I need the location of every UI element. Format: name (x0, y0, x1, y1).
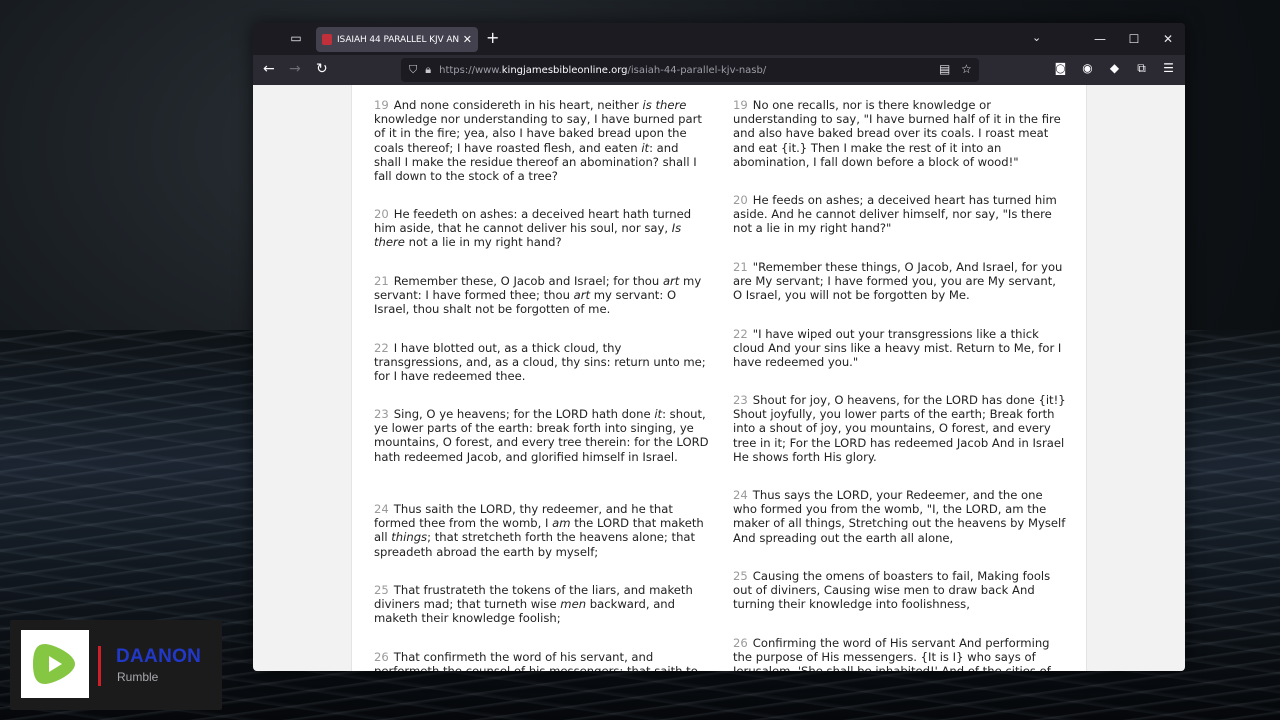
nasb-verse-21: 21 "Remember these things, O Jacob, And I… (733, 260, 1068, 303)
star-icon[interactable]: ☆ (961, 62, 972, 76)
nasb-verse-24: 24 Thus says the LORD, your Redeemer, and… (733, 488, 1068, 545)
verse-number: 20 (733, 193, 748, 207)
kjv-verse-23: 23 Sing, O ye heavens; for the LORD hath … (374, 407, 709, 464)
platform-name: Rumble (117, 670, 159, 684)
reader-view-icon[interactable]: ▤ (939, 62, 950, 76)
verse-number: 22 (733, 327, 748, 341)
maximize-icon[interactable]: ☐ (1117, 32, 1151, 46)
verse-text: Thus says the LORD, your Redeemer, and t… (733, 488, 1066, 545)
back-arrow-icon[interactable]: ← (263, 61, 275, 77)
minimize-icon[interactable]: — (1083, 32, 1117, 46)
verse-number: 21 (733, 260, 748, 274)
rumble-logo (21, 630, 89, 698)
verse-text: Thus saith the LORD, thy redeemer, and h… (374, 502, 704, 559)
site-favicon-icon (322, 34, 332, 45)
verse-number: 20 (374, 207, 389, 221)
page-viewport[interactable]: 19 And none considereth in his heart, nei… (253, 85, 1185, 671)
kjv-verse-19: 19 And none considereth in his heart, nei… (374, 98, 709, 183)
nasb-verse-26: 26 Confirming the word of His servant And… (733, 636, 1068, 671)
window-close-icon[interactable]: ✕ (1151, 32, 1185, 46)
tab-list-icon[interactable]: ▭ (289, 31, 303, 45)
close-icon[interactable]: ✕ (463, 33, 472, 46)
url-text[interactable]: https://www.kingjamesbibleonline.org/isa… (439, 65, 766, 76)
tracking-shield-icon[interactable]: ⛉ (409, 63, 417, 77)
verse-number: 22 (374, 341, 389, 355)
verse-number: 19 (733, 98, 748, 112)
channel-name: DAANON (116, 646, 202, 667)
kjv-verse-24: 24 Thus saith the LORD, thy redeemer, and… (374, 502, 709, 559)
nasb-verse-19: 19 No one recalls, nor is there knowledge… (733, 98, 1068, 169)
forward-arrow-icon[interactable]: → (289, 61, 301, 77)
pocket-icon[interactable]: ◙ (1052, 61, 1069, 76)
verse-text: Causing the omens of boasters to fail, M… (733, 569, 1051, 612)
verse-text: He feeds on ashes; a deceived heart has … (733, 193, 1057, 236)
verse-number: 26 (733, 636, 748, 650)
divider (98, 646, 101, 686)
navigation-bar: ← → ↻ ⛉ 🔒︎ https://www.kingjamesbibleonl… (253, 55, 1185, 85)
plus-icon[interactable]: + (486, 29, 499, 47)
verse-text: "Remember these things, O Jacob, And Isr… (733, 260, 1063, 303)
verse-text: He feedeth on ashes: a deceived heart ha… (374, 207, 692, 250)
verse-number: 24 (374, 502, 389, 516)
nasb-verse-25: 25 Causing the omens of boasters to fail,… (733, 569, 1068, 612)
verse-text: Confirming the word of His servant And p… (733, 636, 1051, 671)
tab-bar: ▭ ISAIAH 44 PARALLEL KJV AND NASB ✕ + ⌄ … (253, 23, 1185, 55)
verse-text: Shout for joy, O heavens, for the LORD h… (733, 393, 1066, 464)
verse-text: I have blotted out, as a thick cloud, th… (374, 341, 706, 384)
window-controls: — ☐ ✕ (1083, 23, 1185, 55)
verse-number: 26 (374, 650, 389, 664)
kjv-verse-20: 20 He feedeth on ashes: a deceived heart … (374, 207, 709, 250)
kjv-verse-26: 26 That confirmeth the word of his servan… (374, 650, 709, 671)
toolbar-right: ◙ ◉ ◆ ⧉ ☰ (1052, 61, 1177, 76)
verse-number: 24 (733, 488, 748, 502)
rumble-play-icon (33, 644, 75, 684)
nasb-verse-20: 20 He feeds on ashes; a deceived heart ha… (733, 193, 1068, 236)
lock-icon[interactable]: 🔒︎ (425, 63, 431, 77)
verse-text: Sing, O ye heavens; for the LORD hath do… (374, 407, 709, 464)
verse-text: No one recalls, nor is there knowledge o… (733, 98, 1061, 169)
verse-text: "I have wiped out your transgressions li… (733, 327, 1062, 370)
reload-icon[interactable]: ↻ (316, 61, 328, 77)
browser-window: ▭ ISAIAH 44 PARALLEL KJV AND NASB ✕ + ⌄ … (253, 23, 1185, 671)
verse-text: That confirmeth the word of his servant,… (374, 650, 698, 671)
nasb-verse-23: 23 Shout for joy, O heavens, for the LORD… (733, 393, 1068, 464)
page-content: 19 And none considereth in his heart, nei… (351, 85, 1087, 671)
extensions-icon[interactable]: ◆ (1106, 61, 1123, 76)
verse-number: 19 (374, 98, 389, 112)
verse-text: And none considereth in his heart, neith… (374, 98, 702, 184)
hamburger-menu-icon[interactable]: ☰ (1160, 61, 1177, 76)
verse-number: 23 (733, 393, 748, 407)
kjv-verse-22: 22 I have blotted out, as a thick cloud, … (374, 341, 709, 384)
streamer-overlay: DAANON Rumble (10, 620, 222, 710)
kjv-verse-21: 21 Remember these, O Jacob and Israel; fo… (374, 274, 709, 317)
account-icon[interactable]: ◉ (1079, 61, 1096, 76)
verse-number: 25 (733, 569, 748, 583)
puzzle-icon[interactable]: ⧉ (1133, 61, 1150, 76)
verse-number: 25 (374, 583, 389, 597)
chevron-down-icon[interactable]: ⌄ (1032, 31, 1041, 44)
verse-text: That frustrateth the tokens of the liars… (374, 583, 693, 626)
nasb-verse-22: 22 "I have wiped out your transgressions … (733, 327, 1068, 370)
verse-number: 21 (374, 274, 389, 288)
address-bar[interactable]: ⛉ 🔒︎ https://www.kingjamesbibleonline.or… (401, 58, 979, 82)
verse-number: 23 (374, 407, 389, 421)
tab-active[interactable]: ISAIAH 44 PARALLEL KJV AND NASB ✕ (316, 27, 478, 52)
tab-title: ISAIAH 44 PARALLEL KJV AND NASB (337, 34, 459, 45)
verse-text: Remember these, O Jacob and Israel; for … (374, 274, 702, 317)
kjv-verse-25: 25 That frustrateth the tokens of the lia… (374, 583, 709, 626)
